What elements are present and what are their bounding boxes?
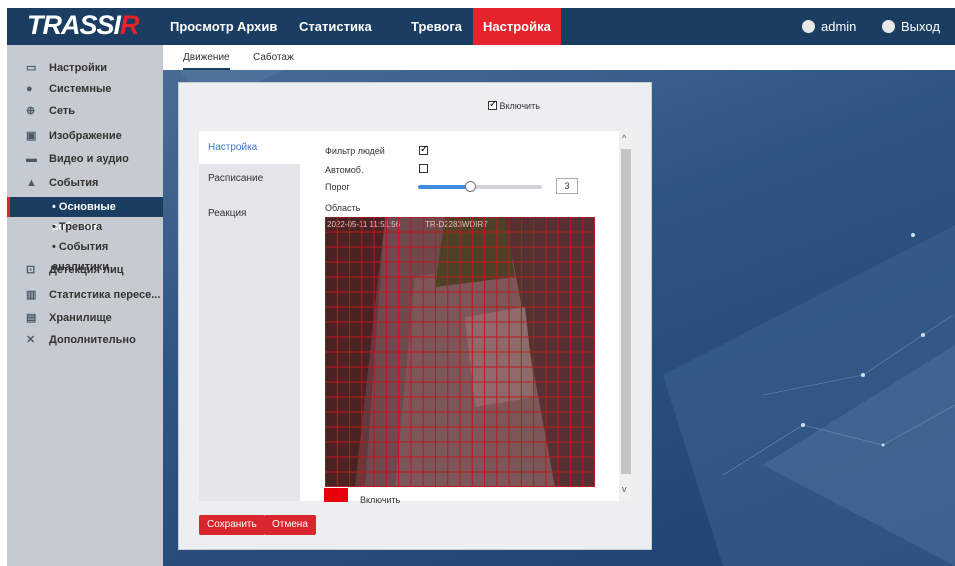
save-button[interactable]: Сохранить bbox=[199, 515, 265, 535]
sidebar-item-image[interactable]: ▣ Изображение bbox=[7, 125, 163, 147]
user-icon bbox=[802, 20, 815, 33]
logout-icon bbox=[882, 20, 895, 33]
sidebar-item-advanced[interactable]: ✕ Дополнительно bbox=[7, 329, 163, 351]
sidebar-subitem-analytics-events[interactable]: • События аналитики bbox=[7, 237, 163, 273]
threshold-label: Порог bbox=[325, 182, 350, 192]
scrollbar-thumb[interactable] bbox=[621, 149, 631, 474]
logout-button[interactable]: Выход bbox=[882, 8, 940, 45]
sidebar-item-events[interactable]: ▲ События bbox=[7, 172, 163, 194]
event-tabs: Движение Саботаж bbox=[163, 45, 955, 70]
auto-checkbox[interactable] bbox=[419, 164, 428, 173]
threshold-slider-thumb[interactable] bbox=[465, 181, 477, 192]
sidebar-item-network[interactable]: ⊕ Сеть bbox=[7, 100, 163, 122]
trassir-logo: TRASSIR bbox=[27, 10, 139, 40]
nav-archive[interactable]: Архив bbox=[227, 8, 287, 45]
sidebar-item-crossing-stats[interactable]: ▥ Статистика пересе... bbox=[7, 284, 163, 306]
tab-reaction[interactable]: Реакция bbox=[199, 197, 300, 230]
area-enable-label: Включить bbox=[360, 495, 401, 505]
threshold-value-input[interactable]: 3 bbox=[556, 178, 578, 194]
image-icon: ▣ bbox=[26, 130, 37, 142]
nav-statistics[interactable]: Статистика bbox=[289, 8, 382, 45]
sidebar-item-settings[interactable]: ▭ Настройки bbox=[7, 57, 163, 79]
chart-icon: ▥ bbox=[26, 289, 37, 301]
sidebar: ▭ Настройки ● Системные ⊕ Сеть ▣ Изображение… bbox=[7, 45, 163, 566]
save-icon: ▤ bbox=[26, 312, 37, 324]
bell-icon: ▲ bbox=[26, 177, 37, 189]
people-filter-label: Фильтр людей bbox=[325, 146, 385, 156]
face-icon: ⊡ bbox=[26, 264, 36, 276]
tab-setup[interactable]: Настройка bbox=[199, 131, 300, 164]
auto-label: Автомоб. bbox=[325, 165, 364, 175]
area-color-swatch[interactable] bbox=[324, 488, 348, 502]
detection-area-grid[interactable]: 2022-05-11 11:51:56 TR-D2283WDIR7 bbox=[325, 217, 595, 487]
tab-motion[interactable]: Движение bbox=[183, 52, 230, 70]
tools-icon: ✕ bbox=[26, 334, 36, 346]
sidebar-item-storage[interactable]: ▤ Хранилище bbox=[7, 307, 163, 329]
logout-label: Выход bbox=[901, 19, 940, 34]
sidebar-subitem-basic-events[interactable]: • Основные события bbox=[7, 197, 163, 233]
cancel-button[interactable]: Отмена bbox=[264, 515, 316, 535]
enable-checkbox-box[interactable] bbox=[488, 99, 497, 110]
enable-checkbox[interactable]: Включить bbox=[488, 99, 540, 111]
sidebar-item-face-detection[interactable]: ⊡ Детекция лиц bbox=[7, 259, 163, 281]
user-menu[interactable]: admin bbox=[802, 8, 856, 45]
people-filter-checkbox[interactable] bbox=[419, 144, 428, 155]
scroll-down-icon[interactable]: v bbox=[622, 484, 627, 494]
username: admin bbox=[821, 19, 857, 34]
video-icon: ▬ bbox=[26, 153, 37, 165]
top-navigation-bar: TRASSIR Просмотр Архив Статистика Тревог… bbox=[7, 8, 955, 45]
sidebar-item-system[interactable]: ● Системные bbox=[7, 78, 163, 100]
threshold-slider-fill bbox=[418, 185, 471, 189]
sidebar-subitem-alarm[interactable]: • Тревога bbox=[7, 217, 163, 237]
scroll-up-icon[interactable]: ^ bbox=[622, 133, 626, 143]
tab-tamper[interactable]: Саботаж bbox=[253, 52, 294, 68]
threshold-slider[interactable] bbox=[418, 181, 542, 192]
content-scrollbar[interactable]: ^ v bbox=[619, 131, 633, 501]
monitor-icon: ▭ bbox=[26, 62, 37, 74]
area-label: Область bbox=[325, 203, 361, 213]
tab-schedule[interactable]: Расписание bbox=[199, 162, 300, 195]
globe-icon: ⊕ bbox=[26, 105, 36, 117]
active-indicator bbox=[7, 197, 10, 217]
side-tabs: Настройка Расписание Реакция bbox=[199, 131, 300, 501]
sidebar-item-video-audio[interactable]: ▬ Видео и аудио bbox=[7, 148, 163, 170]
info-icon: ● bbox=[26, 83, 33, 95]
nav-alarm[interactable]: Тревога bbox=[401, 8, 472, 45]
camera-preview-with-grid[interactable]: 2022-05-11 11:51:56 TR-D2283WDIR7 bbox=[325, 217, 595, 487]
nav-settings[interactable]: Настройка bbox=[473, 8, 561, 45]
